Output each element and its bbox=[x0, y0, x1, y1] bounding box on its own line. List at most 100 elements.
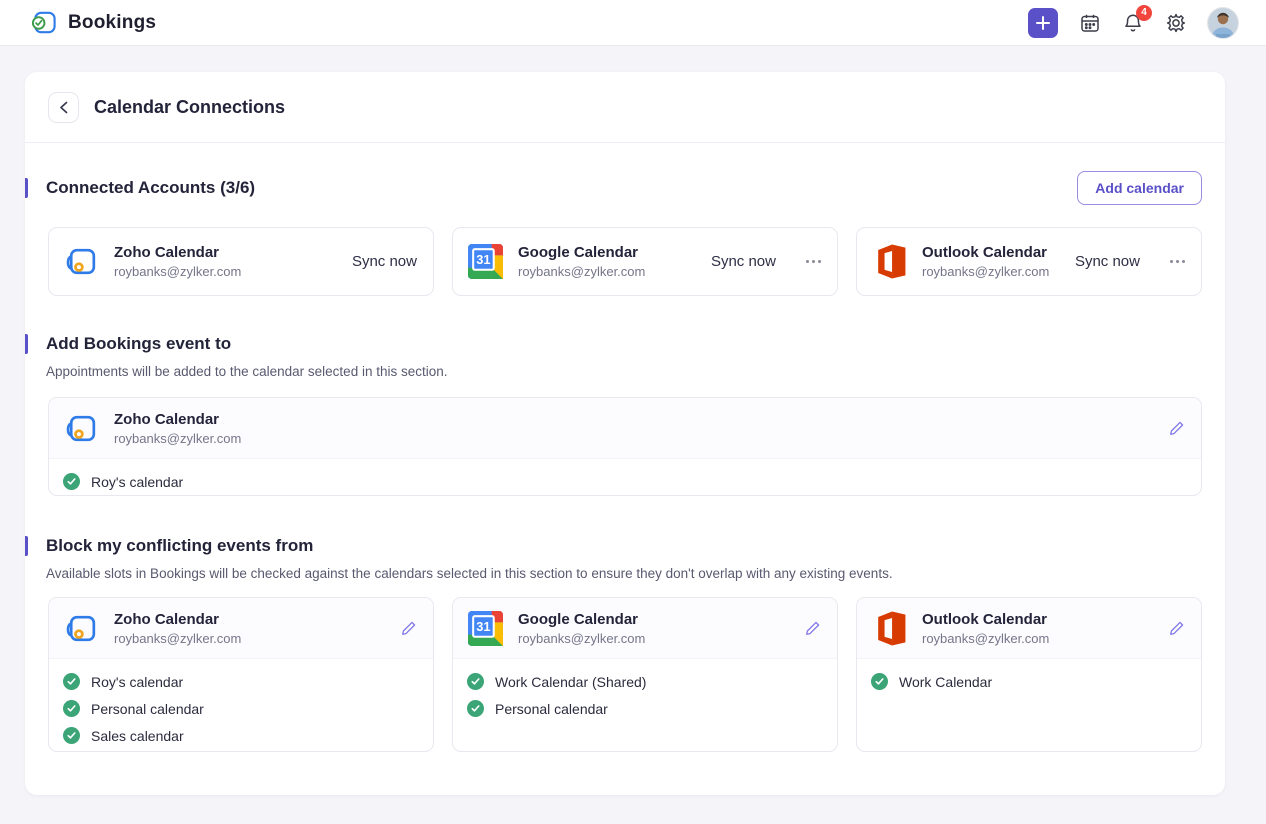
provider-text: Zoho Calendar roybanks@zylker.com bbox=[114, 611, 241, 646]
calendar-name: Personal calendar bbox=[91, 701, 204, 717]
calendar-selection-card: Zoho Calendar roybanks@zylker.com Roy's ca… bbox=[48, 397, 1202, 496]
calendar-list: Work Calendar (Shared) Personal calendar bbox=[453, 659, 837, 734]
provider-email: roybanks@zylker.com bbox=[922, 264, 1049, 279]
google-calendar-icon: 31 bbox=[467, 243, 504, 280]
user-avatar[interactable] bbox=[1208, 8, 1238, 38]
provider-name: Google Calendar bbox=[518, 244, 645, 261]
connected-accounts-title: Connected Accounts (3/6) bbox=[46, 178, 255, 198]
bookings-logo-icon bbox=[30, 9, 57, 36]
calendar-list: Roy's calendar Personal calendar Sales cal… bbox=[49, 659, 433, 752]
notifications-bell-icon[interactable]: 4 bbox=[1122, 12, 1144, 34]
card-header: 31 Google Calendar roybanks@zylker.com bbox=[453, 598, 837, 659]
back-button[interactable] bbox=[48, 92, 79, 123]
block-events-header: Block my conflicting events from bbox=[25, 536, 1225, 556]
calendar-name: Roy's calendar bbox=[91, 674, 183, 690]
notification-badge: 4 bbox=[1136, 5, 1152, 21]
topbar: Bookings 4 bbox=[0, 0, 1266, 46]
calendar-list: Roy's calendar bbox=[49, 459, 1201, 496]
check-circle-icon bbox=[63, 700, 80, 717]
check-circle-icon bbox=[63, 727, 80, 744]
sync-now-link[interactable]: Sync now bbox=[1075, 253, 1140, 270]
more-options-icon[interactable] bbox=[1170, 260, 1185, 263]
provider-text: Outlook Calendar roybanks@zylker.com bbox=[922, 611, 1049, 646]
svg-text:31: 31 bbox=[476, 619, 490, 634]
outlook-calendar-icon bbox=[871, 610, 908, 647]
calendar-icon[interactable] bbox=[1079, 12, 1101, 34]
calendar-name: Work Calendar bbox=[899, 674, 992, 690]
block-events-cards: Zoho Calendar roybanks@zylker.com Roy's ca… bbox=[48, 597, 1202, 752]
connected-accounts-header: Connected Accounts (3/6) Add calendar bbox=[25, 171, 1225, 205]
edit-pencil-icon[interactable] bbox=[400, 620, 417, 637]
section-accent-bar bbox=[25, 536, 28, 556]
provider-text: Zoho Calendar roybanks@zylker.com bbox=[114, 411, 241, 446]
card-header: Zoho Calendar roybanks@zylker.com bbox=[49, 598, 433, 659]
zoho-calendar-icon bbox=[63, 610, 100, 647]
connected-account-card: Zoho Calendar roybanks@zylker.com Sync now bbox=[48, 227, 434, 296]
provider-text: Zoho Calendar roybanks@zylker.com bbox=[114, 244, 241, 279]
add-event-header: Add Bookings event to bbox=[25, 334, 1225, 354]
check-circle-icon bbox=[467, 700, 484, 717]
block-events-title: Block my conflicting events from bbox=[46, 536, 313, 556]
add-calendar-button[interactable]: Add calendar bbox=[1077, 171, 1202, 205]
provider-email: roybanks@zylker.com bbox=[114, 431, 241, 446]
card-header: Zoho Calendar roybanks@zylker.com bbox=[49, 398, 1201, 459]
provider-name: Zoho Calendar bbox=[114, 244, 241, 261]
connected-account-card: Outlook Calendar roybanks@zylker.com Sync … bbox=[856, 227, 1202, 296]
main-content: Calendar Connections Connected Accounts … bbox=[0, 72, 1266, 795]
app-title: Bookings bbox=[68, 12, 156, 34]
calendar-name: Personal calendar bbox=[495, 701, 608, 717]
provider-text: Google Calendar roybanks@zylker.com bbox=[518, 611, 645, 646]
section-accent-bar bbox=[25, 334, 28, 354]
edit-pencil-icon[interactable] bbox=[1168, 420, 1185, 437]
calendar-list-item: Roy's calendar bbox=[63, 668, 417, 695]
section-accent-bar bbox=[25, 178, 28, 198]
check-circle-icon bbox=[63, 673, 80, 690]
chevron-left-icon bbox=[59, 101, 68, 114]
provider-name: Outlook Calendar bbox=[922, 244, 1049, 261]
plus-icon bbox=[1042, 16, 1044, 30]
provider-email: roybanks@zylker.com bbox=[922, 631, 1049, 646]
calendar-connections-panel: Calendar Connections Connected Accounts … bbox=[25, 72, 1225, 795]
google-calendar-icon: 31 bbox=[467, 610, 504, 647]
card-header: Outlook Calendar roybanks@zylker.com bbox=[857, 598, 1201, 659]
block-events-description: Available slots in Bookings will be chec… bbox=[46, 566, 1202, 581]
calendar-list-item: Sales calendar bbox=[63, 722, 417, 749]
outlook-calendar-icon bbox=[871, 243, 908, 280]
check-circle-icon bbox=[467, 673, 484, 690]
sync-now-link[interactable]: Sync now bbox=[711, 253, 776, 270]
more-options-icon[interactable] bbox=[806, 260, 821, 263]
calendar-selection-card: Zoho Calendar roybanks@zylker.com Roy's ca… bbox=[48, 597, 434, 752]
calendar-name: Sales calendar bbox=[91, 728, 184, 744]
provider-name: Zoho Calendar bbox=[114, 411, 241, 428]
provider-text: Outlook Calendar roybanks@zylker.com bbox=[922, 244, 1049, 279]
create-button[interactable] bbox=[1028, 8, 1058, 38]
check-circle-icon bbox=[63, 473, 80, 490]
zoho-calendar-icon bbox=[63, 410, 100, 447]
calendar-selection-card: 31 Google Calendar roybanks@zylker.com Work… bbox=[452, 597, 838, 752]
edit-pencil-icon[interactable] bbox=[1168, 620, 1185, 637]
svg-text:31: 31 bbox=[476, 252, 490, 267]
calendar-selection-card: Outlook Calendar roybanks@zylker.com Work … bbox=[856, 597, 1202, 752]
calendar-list-item: Work Calendar (Shared) bbox=[467, 668, 821, 695]
edit-pencil-icon[interactable] bbox=[804, 620, 821, 637]
calendar-list: Work Calendar bbox=[857, 659, 1201, 707]
topbar-actions: 4 bbox=[1028, 8, 1238, 38]
provider-name: Zoho Calendar bbox=[114, 611, 241, 628]
provider-email: roybanks@zylker.com bbox=[114, 264, 241, 279]
panel-header: Calendar Connections bbox=[25, 72, 1225, 143]
calendar-list-item: Personal calendar bbox=[63, 695, 417, 722]
add-event-cards: Zoho Calendar roybanks@zylker.com Roy's ca… bbox=[48, 397, 1202, 496]
connected-accounts-cards: Zoho Calendar roybanks@zylker.com Sync now… bbox=[48, 227, 1202, 296]
provider-name: Outlook Calendar bbox=[922, 611, 1049, 628]
sync-now-link[interactable]: Sync now bbox=[352, 253, 417, 270]
provider-name: Google Calendar bbox=[518, 611, 645, 628]
settings-gear-icon[interactable] bbox=[1165, 12, 1187, 34]
add-event-title: Add Bookings event to bbox=[46, 334, 231, 354]
calendar-name: Work Calendar (Shared) bbox=[495, 674, 646, 690]
provider-email: roybanks@zylker.com bbox=[518, 631, 645, 646]
calendar-list-item: Work Calendar bbox=[871, 668, 1185, 695]
provider-text: Google Calendarroybanks@zylker.com bbox=[518, 244, 645, 279]
calendar-list-item: Personal calendar bbox=[467, 695, 821, 722]
brand: Bookings bbox=[30, 9, 156, 36]
provider-email: roybanks@zylker.com bbox=[114, 631, 241, 646]
